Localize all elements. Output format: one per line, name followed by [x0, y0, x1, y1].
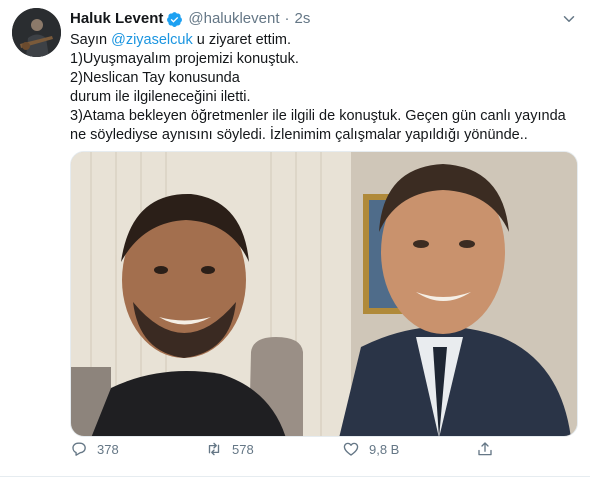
tweet: Haluk Levent @haluklevent · 2s Sayın @zi… [0, 0, 590, 477]
tweet-line-6: ne söylediyse aynısını söyledi. İzlenimi… [70, 127, 528, 143]
tweet-line-1: Sayın @ziyaselcuk u ziyaret ettim. [70, 31, 580, 50]
tweet-line-2: 1)Uyuşmayalım projemizi konuştuk. [70, 51, 299, 67]
mention-link[interactable]: @ziyaselcuk [111, 32, 193, 48]
chevron-down-icon[interactable] [560, 10, 578, 28]
reply-count: 378 [97, 441, 119, 457]
tweet-line-4: durum ile ilgileneceğini iletti. [70, 89, 251, 105]
text-suffix: u ziyaret ettim. [192, 32, 292, 48]
like-button[interactable]: 9,8 B [342, 440, 399, 458]
tweet-header: Haluk Levent @haluklevent · 2s [70, 9, 310, 29]
text-prefix: Sayın [70, 32, 112, 48]
share-button[interactable] [476, 440, 503, 458]
tweet-photo[interactable] [70, 151, 578, 437]
tweet-line-3: 2)Neslican Tay konusunda [70, 70, 240, 86]
like-count: 9,8 B [369, 441, 400, 457]
separator-dot: · [284, 10, 290, 27]
author-handle[interactable]: @haluklevent [188, 9, 279, 29]
reply-button[interactable]: 378 [70, 440, 119, 458]
author-name[interactable]: Haluk Levent [70, 9, 163, 29]
retweet-button[interactable]: 578 [205, 440, 254, 458]
tweet-timestamp[interactable]: 2s [295, 9, 311, 29]
verified-badge-icon [166, 11, 183, 28]
heart-icon [343, 442, 359, 456]
retweet-count: 578 [232, 441, 254, 457]
share-icon [478, 442, 492, 456]
avatar[interactable] [12, 8, 61, 57]
tweet-text: Sayın @ziyaselcuk u ziyaret ettim. 1)Uyu… [70, 31, 580, 145]
tweet-line-5: 3)Atama bekleyen öğretmenler ile ilgili … [70, 108, 566, 124]
reply-icon [72, 442, 86, 456]
retweet-icon [208, 442, 220, 456]
